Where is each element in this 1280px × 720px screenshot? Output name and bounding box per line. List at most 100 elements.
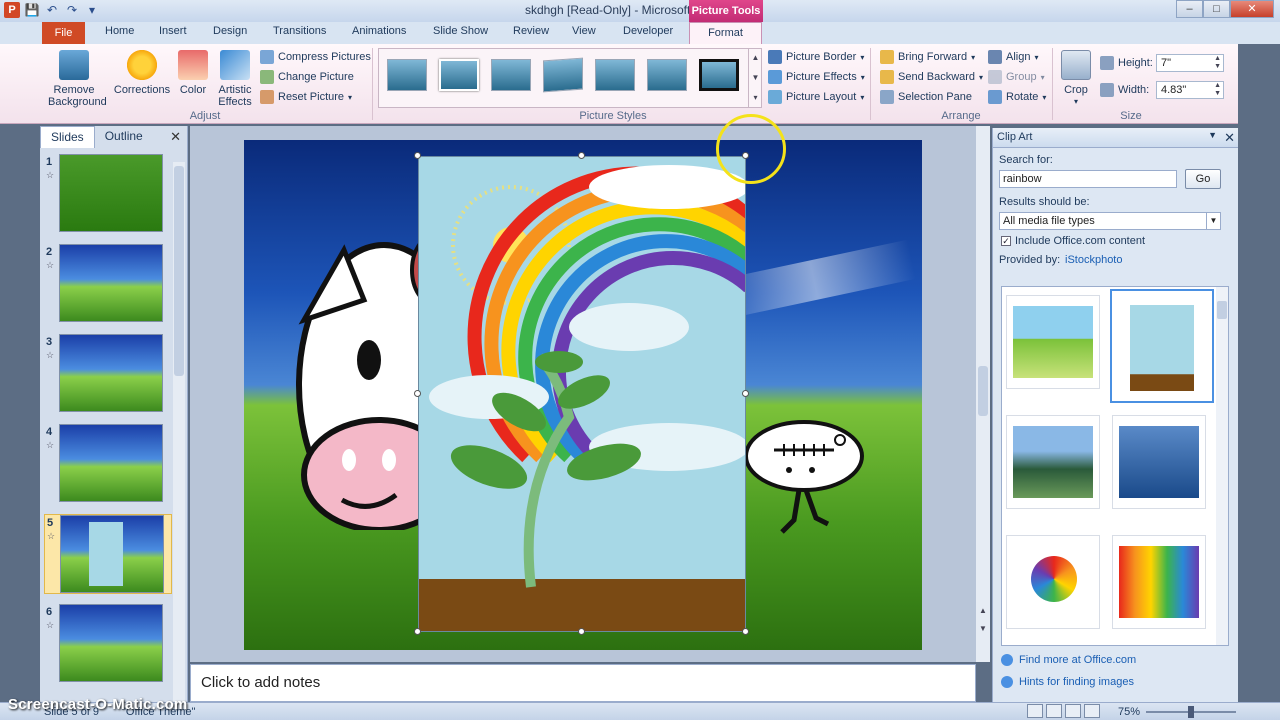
reset-picture-button[interactable]: Reset Picture ▾: [260, 88, 352, 106]
resize-handle[interactable]: [414, 628, 421, 635]
hints-link[interactable]: Hints for finding images: [1001, 676, 1134, 688]
color-button[interactable]: Color: [176, 50, 210, 96]
tab-format[interactable]: Format: [689, 22, 762, 44]
slide-thumbnail-active[interactable]: 5 ☆: [44, 514, 172, 594]
picture-layout-button[interactable]: Picture Layout ▾: [768, 88, 864, 106]
tab-transitions[interactable]: Transitions: [273, 25, 326, 37]
clip-art-result[interactable]: [1112, 415, 1206, 509]
tab-developer[interactable]: Developer: [623, 25, 673, 37]
pane-options-icon[interactable]: ▼: [1208, 130, 1217, 140]
slide-thumbnail[interactable]: 1 ☆: [44, 154, 172, 234]
clip-art-result[interactable]: [1112, 535, 1206, 629]
tab-view[interactable]: View: [572, 25, 596, 37]
styles-gallery-scroll: ▲ ▼ ▾: [748, 48, 762, 108]
resize-handle[interactable]: [742, 628, 749, 635]
canvas-scrollbar[interactable]: ▲ ▼: [976, 126, 990, 662]
resize-handle[interactable]: [578, 628, 585, 635]
animation-star-icon: ☆: [47, 531, 56, 541]
clip-art-result[interactable]: [1006, 415, 1100, 509]
tab-outline[interactable]: Outline: [95, 126, 153, 148]
remove-background-button[interactable]: Remove Background: [48, 50, 107, 108]
scrollbar-thumb[interactable]: [174, 166, 184, 376]
include-office-checkbox[interactable]: ✓: [1001, 236, 1011, 246]
style-thumb[interactable]: [491, 59, 531, 91]
style-thumb-selected[interactable]: [699, 59, 739, 91]
style-thumb[interactable]: [647, 59, 687, 91]
height-input[interactable]: 7" ▲ ▼: [1156, 54, 1224, 72]
previous-slide-icon[interactable]: ▲: [976, 606, 990, 615]
tab-insert[interactable]: Insert: [159, 25, 187, 37]
tab-design[interactable]: Design: [213, 25, 247, 37]
align-button[interactable]: Align ▾: [988, 48, 1038, 66]
zoom-level[interactable]: 75%: [1118, 706, 1140, 718]
clip-art-search-input[interactable]: rainbow: [999, 170, 1177, 188]
clip-art-title: Clip Art: [997, 131, 1033, 143]
scroll-up-icon[interactable]: ▲: [749, 48, 762, 68]
clip-art-result[interactable]: [1006, 295, 1100, 389]
style-thumb[interactable]: [595, 59, 635, 91]
minimize-button[interactable]: –: [1176, 0, 1203, 18]
slideshow-view-icon[interactable]: [1084, 704, 1100, 718]
cursor-highlight: [716, 114, 786, 184]
width-spinner[interactable]: ▲ ▼: [1214, 82, 1221, 98]
selected-clipart-picture[interactable]: [418, 156, 746, 632]
style-thumb[interactable]: [543, 57, 583, 93]
slide-sorter-icon[interactable]: [1046, 704, 1062, 718]
clip-art-result-selected[interactable]: [1110, 289, 1214, 403]
find-more-link[interactable]: Find more at Office.com: [1001, 654, 1136, 666]
picture-effects-button[interactable]: Picture Effects ▾: [768, 68, 865, 86]
style-thumb[interactable]: [439, 59, 479, 91]
reading-view-icon[interactable]: [1065, 704, 1081, 718]
resize-handle[interactable]: [578, 152, 585, 159]
compress-pictures-button[interactable]: Compress Pictures: [260, 48, 371, 66]
group-icon: [988, 70, 1002, 84]
current-slide[interactable]: [244, 140, 922, 650]
gallery-more-icon[interactable]: ▾: [749, 88, 762, 108]
next-slide-icon[interactable]: ▼: [976, 624, 990, 633]
scroll-down-icon[interactable]: ▼: [749, 68, 762, 88]
notes-pane[interactable]: Click to add notes: [190, 664, 976, 702]
media-type-select[interactable]: All media file types ▼: [999, 212, 1221, 230]
tab-home[interactable]: Home: [105, 25, 134, 37]
resize-handle[interactable]: [414, 390, 421, 397]
results-scrollbar[interactable]: [1216, 287, 1228, 645]
clip-art-result[interactable]: [1006, 535, 1100, 629]
slide-thumbnail[interactable]: 6 ☆: [44, 604, 172, 684]
resize-handle[interactable]: [414, 152, 421, 159]
height-spinner[interactable]: ▲ ▼: [1214, 55, 1221, 71]
width-input[interactable]: 4.83" ▲ ▼: [1156, 81, 1224, 99]
rotate-button[interactable]: Rotate ▾: [988, 88, 1046, 106]
football-character-image[interactable]: [744, 420, 884, 550]
corrections-button[interactable]: Corrections: [112, 50, 172, 96]
normal-view-icon[interactable]: [1027, 704, 1043, 718]
tab-file[interactable]: File: [42, 22, 85, 44]
crop-button[interactable]: Crop ▾: [1058, 50, 1094, 108]
bring-forward-button[interactable]: Bring Forward ▾: [880, 48, 975, 66]
resize-handle[interactable]: [742, 390, 749, 397]
zoom-slider-knob[interactable]: [1188, 706, 1194, 718]
artistic-effects-button[interactable]: Artistic Effects: [212, 50, 258, 108]
style-thumb[interactable]: [387, 59, 427, 91]
picture-border-button[interactable]: Picture Border ▾: [768, 48, 864, 66]
close-button[interactable]: ✕: [1230, 0, 1274, 18]
close-icon[interactable]: ✕: [170, 129, 181, 145]
tab-slides[interactable]: Slides: [40, 126, 95, 148]
send-backward-button[interactable]: Send Backward ▾: [880, 68, 983, 86]
close-icon[interactable]: ✕: [1224, 130, 1235, 146]
slides-scrollbar[interactable]: [173, 162, 185, 702]
maximize-button[interactable]: □: [1203, 0, 1230, 18]
tab-slide-show[interactable]: Slide Show: [433, 25, 488, 37]
group-button[interactable]: Group ▾: [988, 68, 1045, 86]
change-picture-button[interactable]: Change Picture: [260, 68, 354, 86]
scrollbar-thumb[interactable]: [978, 366, 988, 416]
tab-review[interactable]: Review: [513, 25, 549, 37]
go-button[interactable]: Go: [1185, 169, 1221, 189]
slide-thumbnail[interactable]: 2 ☆: [44, 244, 172, 324]
tab-animations[interactable]: Animations: [352, 25, 406, 37]
selection-pane-button[interactable]: Selection Pane: [880, 88, 972, 106]
scrollbar-thumb[interactable]: [1217, 301, 1227, 319]
chevron-down-icon[interactable]: ▼: [1206, 213, 1220, 229]
slide-thumbnail[interactable]: 4 ☆: [44, 424, 172, 504]
slide-thumbnail[interactable]: 3 ☆: [44, 334, 172, 414]
istockphoto-link[interactable]: iStockphoto: [1065, 254, 1122, 266]
